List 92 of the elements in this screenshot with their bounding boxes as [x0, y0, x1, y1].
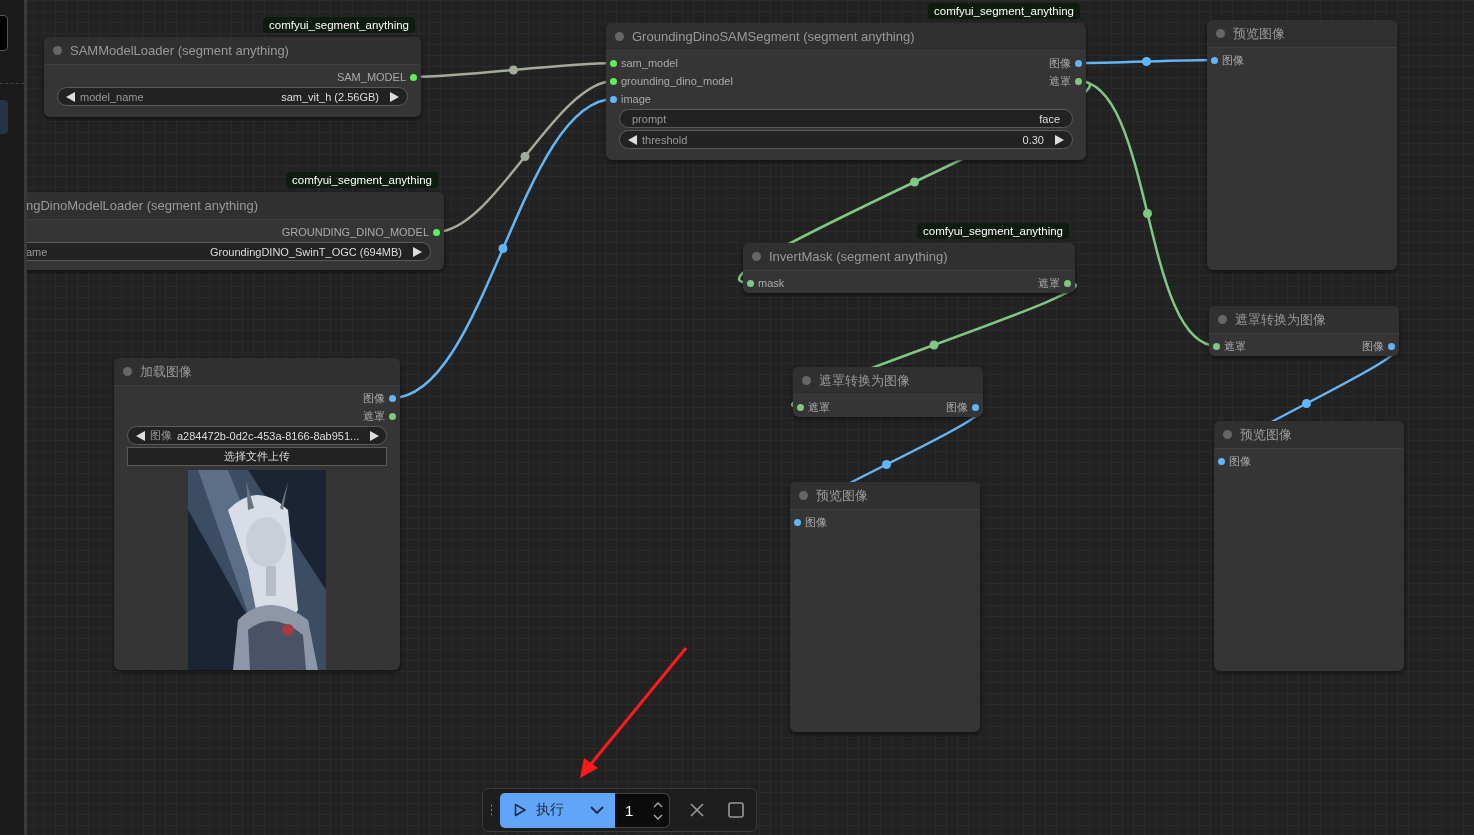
node-title: 预览图像 — [816, 486, 868, 505]
node-badge: comfyui_segment_anything — [917, 223, 1069, 239]
node-card[interactable]: 预览图像 图像 — [1214, 421, 1404, 671]
caret-icon — [589, 806, 604, 814]
combo-widget[interactable]: 图像 a284472b-0d2c-453a-8166-8ab951... — [127, 426, 387, 445]
slot-label: 图像 — [805, 514, 827, 530]
output-slot-dot[interactable] — [1388, 342, 1395, 350]
node-card[interactable]: GroundingDinoSAMSegment (segment anything) sam_model 图像 grounding_dino_model 遮罩 image prompt face threshold 0.30 — [606, 23, 1086, 160]
collapse-dot-icon[interactable] — [615, 32, 624, 41]
collapse-dot-icon[interactable] — [1216, 29, 1225, 38]
slot-label: 遮罩 — [1224, 338, 1246, 354]
slot-label: grounding_dino_model — [621, 75, 733, 87]
combo-widget[interactable]: model_name sam_vit_h (2.56GB) — [57, 87, 408, 106]
slot-label: sam_model — [621, 57, 678, 69]
collapse-dot-icon[interactable] — [53, 46, 62, 55]
node-card[interactable]: 加载图像 图像 遮罩 图像 a284472b-0d2c-453a-8166-8ab951... 选择文件上传 — [114, 358, 400, 670]
input-slot-dot[interactable] — [610, 77, 617, 85]
collapse-dot-icon[interactable] — [123, 367, 132, 376]
node-title: InvertMask (segment anything) — [769, 249, 948, 264]
node-title: 遮罩转换为图像 — [819, 371, 910, 390]
slot-label: 图像 — [1049, 55, 1071, 71]
slot-label: mask — [758, 277, 785, 289]
node-badge: comfyui_segment_anything — [263, 17, 415, 33]
node-title: ngDinoModelLoader (segment anything) — [26, 198, 258, 213]
square-icon — [728, 802, 744, 818]
play-icon — [514, 803, 526, 817]
output-slot-dot[interactable] — [410, 73, 417, 81]
output-slot-dot[interactable] — [972, 403, 979, 411]
output-slot-dot[interactable] — [389, 394, 396, 402]
collapse-dot-icon[interactable] — [799, 491, 808, 500]
slot-label: 遮罩 — [363, 408, 385, 424]
increment-icon[interactable] — [653, 801, 663, 808]
slot-label: 图像 — [1362, 338, 1384, 354]
left-arrow-icon[interactable] — [628, 134, 637, 145]
slot-label: 遮罩 — [1049, 73, 1071, 89]
node-card[interactable]: 遮罩转换为图像 遮罩 图像 — [1209, 306, 1399, 356]
text-widget[interactable]: prompt face — [619, 109, 1073, 128]
node-title: 预览图像 — [1233, 24, 1285, 43]
decrement-icon[interactable] — [653, 813, 663, 820]
right-arrow-icon[interactable] — [413, 246, 422, 257]
slot-label: 图像 — [946, 399, 968, 415]
collapse-dot-icon[interactable] — [1223, 430, 1232, 439]
node-card[interactable]: 遮罩转换为图像 遮罩 图像 — [793, 367, 983, 417]
node-card[interactable]: InvertMask (segment anything) mask 遮罩 — [743, 243, 1075, 293]
left-arrow-icon[interactable] — [66, 91, 75, 102]
input-slot-dot[interactable] — [797, 403, 804, 411]
output-slot-dot[interactable] — [1075, 59, 1082, 67]
combo-widget[interactable]: threshold 0.30 — [619, 130, 1073, 149]
node-badge: comfyui_segment_anything — [286, 172, 438, 188]
slot-label: image — [621, 93, 651, 105]
right-arrow-icon[interactable] — [1055, 134, 1064, 145]
output-slot-dot[interactable] — [1075, 77, 1082, 85]
node-title: 加载图像 — [140, 362, 192, 381]
collapse-dot-icon[interactable] — [802, 376, 811, 385]
input-slot-dot[interactable] — [747, 279, 754, 287]
node-badge: comfyui_segment_anything — [928, 3, 1080, 19]
run-button[interactable]: 执行 — [500, 792, 578, 828]
node-card[interactable]: ngDinoModelLoader (segment anything) GROUNDING_DINO_MODEL ame GroundingDINO_SwinT_OGC (694MB) — [26, 192, 444, 270]
input-slot-dot[interactable] — [610, 59, 617, 67]
slot-label: 遮罩 — [1038, 275, 1060, 291]
node-card[interactable]: 预览图像 图像 — [790, 482, 980, 732]
close-icon — [690, 803, 704, 817]
slot-label: 遮罩 — [808, 399, 830, 415]
right-arrow-icon[interactable] — [390, 91, 399, 102]
node-card[interactable]: 预览图像 图像 — [1207, 20, 1397, 270]
count-field[interactable]: 1 — [615, 792, 670, 828]
input-slot-dot[interactable] — [1213, 342, 1220, 350]
slot-label: 图像 — [1229, 453, 1251, 469]
slot-label: 图像 — [363, 390, 385, 406]
right-arrow-icon[interactable] — [370, 430, 380, 441]
output-slot-dot[interactable] — [1064, 279, 1071, 287]
node-title: SAMModelLoader (segment anything) — [70, 43, 289, 58]
run-options-button[interactable] — [578, 792, 615, 828]
collapse-dot-icon[interactable] — [752, 252, 761, 261]
input-slot-dot[interactable] — [794, 518, 801, 526]
input-slot-dot[interactable] — [610, 95, 617, 103]
slot-label: GROUNDING_DINO_MODEL — [281, 226, 429, 238]
upload-button[interactable]: 选择文件上传 — [127, 447, 387, 466]
node-title: 遮罩转换为图像 — [1235, 310, 1326, 329]
combo-widget[interactable]: ame GroundingDINO_SwinT_OGC (694MB) — [26, 242, 431, 261]
slot-label: SAM_MODEL — [336, 71, 406, 83]
slot-label: 图像 — [1222, 52, 1244, 68]
node-title: 预览图像 — [1240, 425, 1292, 444]
output-slot-dot[interactable] — [389, 412, 396, 420]
node-card[interactable]: SAMModelLoader (segment anything) SAM_MODEL model_name sam_vit_h (2.56GB) — [44, 37, 421, 117]
node-title: GroundingDinoSAMSegment (segment anything) — [632, 29, 915, 44]
drag-handle-icon[interactable] — [491, 804, 492, 816]
input-slot-dot[interactable] — [1211, 56, 1218, 64]
output-slot-dot[interactable] — [433, 228, 440, 236]
input-slot-dot[interactable] — [1218, 457, 1225, 465]
collapse-dot-icon[interactable] — [1218, 315, 1227, 324]
left-arrow-icon[interactable] — [136, 430, 145, 441]
